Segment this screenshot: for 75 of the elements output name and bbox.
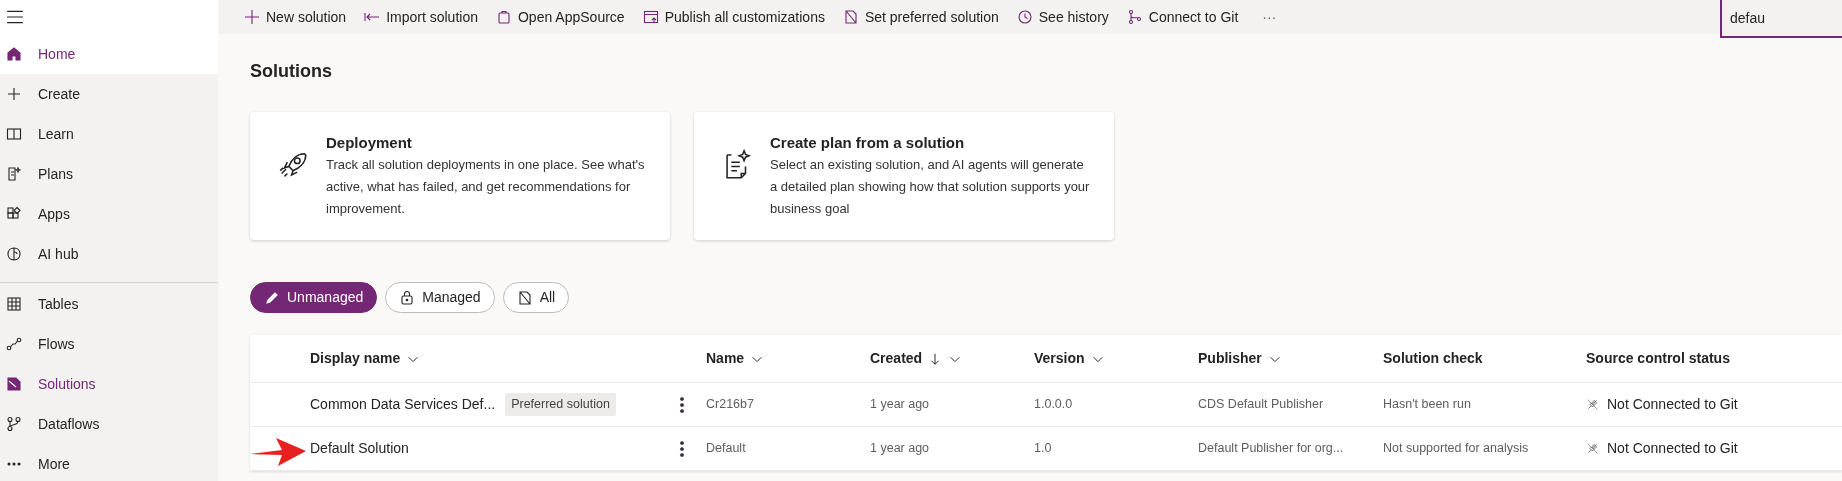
sidebar-item[interactable]: Home [0, 34, 218, 74]
card-title: Deployment [326, 134, 413, 152]
search-field[interactable]: defau [1720, 0, 1842, 38]
card-title: Create plan from a solution [770, 134, 966, 152]
sidebar-item[interactable]: Create [0, 74, 218, 114]
history-icon [1016, 9, 1033, 25]
card-description: Select an existing solution, and AI agents will generate a detailed plan showing how that solution supports your business goal [770, 156, 1091, 218]
plus-icon [6, 86, 22, 102]
home-icon [6, 46, 22, 62]
info-card[interactable]: Create plan from a solution Select an existing solution, and AI agents will generate a detailed plan showing how that solution supports your business goal [694, 112, 1114, 240]
toolbar-button[interactable]: Open AppSource [488, 2, 633, 32]
sidebar-item[interactable]: Apps [0, 194, 218, 234]
vertical-dots-icon [680, 441, 684, 458]
table-cell-text: Not Connected to Git [1607, 439, 1738, 458]
sidebar-item[interactable]: Learn [0, 114, 218, 154]
solution-name-link[interactable]: Common Data Services Def... [310, 394, 496, 415]
table-cell: 1.0 [1034, 441, 1052, 456]
lock-icon [399, 289, 416, 306]
table-icon [6, 296, 22, 312]
publish-icon [642, 9, 659, 25]
unlinked-icon [1586, 442, 1599, 455]
filter-button[interactable]: Managed [385, 282, 495, 313]
toolbar-button[interactable]: Publish all customizations [634, 2, 833, 32]
vertical-dots-icon [680, 397, 684, 414]
column-header[interactable]: Version [1034, 348, 1105, 369]
card-description: Track all solution deployments in one place. See what's active, what has failed, and get recommendations for improvement. [326, 156, 646, 218]
plus-icon [244, 9, 260, 25]
column-header[interactable]: Publisher [1198, 348, 1282, 369]
sidebar-item[interactable]: AI hub [0, 234, 218, 274]
sidebar-item[interactable]: Dataflows [0, 404, 218, 444]
table-cell: CDS Default Publisher [1198, 397, 1324, 412]
filter-button[interactable]: All [502, 282, 570, 313]
table-cell: 1 year ago [870, 397, 930, 412]
column-header[interactable]: Solution check [1383, 348, 1483, 369]
toolbar-button[interactable]: Set preferred solution [834, 2, 1007, 32]
document-icon [516, 289, 533, 306]
info-card[interactable]: Deployment Track all solution deployments in one place. See what's active, what has failed, and get recommendations for improvement. [250, 112, 670, 240]
sidebar-item[interactable]: Flows [0, 324, 218, 364]
unlinked-icon [1586, 398, 1599, 411]
document-icon [842, 9, 859, 25]
column-header[interactable]: Source control status [1586, 348, 1730, 369]
book-icon [6, 126, 22, 142]
apps-icon [6, 206, 22, 222]
table-cell: Hasn't been run [1383, 397, 1471, 412]
page-title: Solutions [250, 60, 333, 83]
table-cell: Cr216b7 [706, 397, 754, 412]
toolbar-button[interactable]: New solution [236, 2, 355, 32]
toolbar-button[interactable]: Connect to Git [1118, 2, 1247, 32]
column-header[interactable]: Display name [310, 348, 421, 369]
flow-icon [6, 336, 22, 352]
table-cell: Default [706, 441, 746, 456]
sparkle-document-icon [6, 166, 22, 182]
table-cell: Not supported for analysis [1383, 441, 1529, 456]
table-cell: 1.0.0.0 [1034, 397, 1073, 412]
sidebar-item[interactable]: Plans [0, 154, 218, 194]
sidebar-item[interactable]: Tables [0, 284, 218, 324]
table-cell: Default Publisher for org... [1198, 441, 1344, 456]
menu-icon [6, 8, 24, 26]
dataflow-icon [6, 416, 22, 432]
column-header[interactable]: Created [870, 348, 963, 369]
column-header[interactable]: Name [706, 348, 765, 369]
solutions-icon [6, 376, 22, 392]
solution-name-link[interactable]: Default Solution [310, 438, 409, 459]
more-button[interactable]: ··· [1254, 2, 1285, 32]
table-cell: 1 year ago [870, 441, 930, 456]
table-cell-text: Not Connected to Git [1607, 395, 1738, 414]
sidebar-item[interactable]: Solutions [0, 364, 218, 404]
sidebar-item[interactable]: More [0, 444, 218, 481]
preferred-badge: Preferred solution [505, 393, 616, 416]
bag-icon [496, 9, 512, 25]
filter-button[interactable]: Unmanaged [250, 282, 378, 313]
brain-icon [6, 246, 22, 262]
toolbar-button[interactable]: Import solution [356, 2, 486, 32]
toolbar-button[interactable]: See history [1008, 2, 1117, 32]
branch-icon [1126, 9, 1143, 25]
